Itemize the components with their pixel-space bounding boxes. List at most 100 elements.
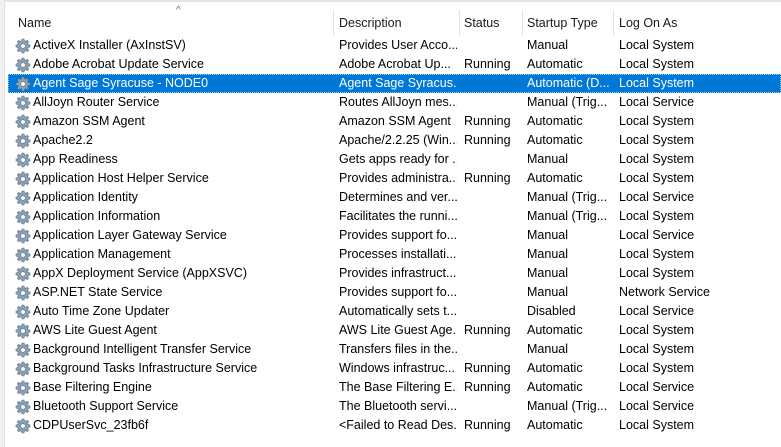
service-name: ASP.NET State Service [33, 285, 163, 299]
service-row[interactable]: AllJoyn Router Service Routes AllJoyn mes… [8, 93, 781, 112]
column-divider[interactable] [459, 10, 460, 36]
service-log-on-as: Local System [619, 133, 695, 147]
service-description: Provides User Acco... [339, 38, 457, 52]
column-header-name-label: Name [18, 16, 52, 30]
service-description: Apache/2.2.25 (Win... [339, 133, 457, 147]
service-startup-type: Automatic (D... [527, 76, 610, 90]
gear-service-icon [15, 171, 31, 187]
service-row[interactable]: Bluetooth Support Service The Bluetooth s… [8, 397, 781, 416]
service-status: Running [464, 323, 511, 337]
service-status [464, 397, 522, 416]
service-startup-type: Manual (Trig... [527, 209, 608, 223]
service-description: Facilitates the runni... [339, 209, 457, 223]
service-description: <Failed to Read Des... [339, 418, 457, 432]
service-status: Running [464, 114, 511, 128]
service-description: Provides support fo... [339, 228, 457, 242]
service-status [464, 340, 522, 359]
service-row[interactable]: Apache2.2 Apache/2.2.25 (Win... Running Aut… [8, 131, 781, 150]
service-description: Determines and ver... [339, 190, 457, 204]
column-header-status[interactable]: Status [462, 10, 524, 36]
service-startup-type: Automatic [527, 380, 583, 394]
service-log-on-as: Local Service [619, 304, 695, 318]
service-log-on-as: Local System [619, 323, 695, 337]
service-status: Running [464, 171, 511, 185]
service-name: AWS Lite Guest Agent [33, 323, 157, 337]
service-description: Provides support fo... [339, 285, 457, 299]
column-divider[interactable] [613, 10, 614, 36]
column-header-log-on-as[interactable]: Log On As [617, 10, 777, 36]
gear-service-icon [15, 342, 31, 358]
column-header-description[interactable]: Description [337, 10, 461, 36]
column-header-log-on-as-label: Log On As [619, 16, 678, 30]
gear-service-icon [15, 38, 31, 54]
service-description: The Base Filtering E... [339, 380, 457, 394]
service-row[interactable]: Auto Time Zone Updater Automatically sets… [8, 302, 781, 321]
service-log-on-as: Local Service [619, 190, 695, 204]
gear-service-icon [15, 190, 31, 206]
service-description: Agent Sage Syracus... [339, 76, 457, 90]
gear-service-icon [15, 247, 31, 263]
service-log-on-as: Local Service [619, 95, 695, 109]
service-name: App Readiness [33, 152, 118, 166]
service-name: Bluetooth Support Service [33, 399, 179, 413]
service-startup-type: Disabled [527, 304, 576, 318]
service-description: Provides administra... [339, 171, 457, 185]
service-row[interactable]: Application Management Processes installa… [8, 245, 781, 264]
services-list: ActiveX Installer (AxInstSV) Provides Use… [8, 36, 781, 435]
column-header-startup-type[interactable]: Startup Type [525, 10, 615, 36]
column-header-name[interactable]: Name ^ [16, 6, 336, 36]
service-description: Processes installati... [339, 247, 457, 261]
service-row[interactable]: Background Intelligent Transfer Service T… [8, 340, 781, 359]
service-name: Application Layer Gateway Service [33, 228, 227, 242]
service-startup-type: Automatic [527, 57, 583, 71]
column-divider[interactable] [522, 10, 523, 36]
service-row[interactable]: Adobe Acrobat Update Service Adobe Acroba… [8, 55, 781, 74]
service-row[interactable]: AppX Deployment Service (AppXSVC) Provide… [8, 264, 781, 283]
service-startup-type: Automatic [527, 171, 583, 185]
service-row[interactable]: Amazon SSM Agent Amazon SSM Agent Running A… [8, 112, 781, 131]
service-name: Amazon SSM Agent [33, 114, 145, 128]
service-row[interactable]: Background Tasks Infrastructure Service W… [8, 359, 781, 378]
column-header-bar: Name ^ Description Status Startup Type L… [8, 6, 781, 36]
service-status [464, 245, 522, 264]
service-row[interactable]: AWS Lite Guest Agent AWS Lite Guest Age..… [8, 321, 781, 340]
service-status [464, 283, 522, 302]
service-row[interactable]: Application Identity Determines and ver..… [8, 188, 781, 207]
gear-service-icon [15, 228, 31, 244]
service-row[interactable]: Application Host Helper Service Provides … [8, 169, 781, 188]
service-row[interactable]: CDPUserSvc_23fb6f <Failed to Read Des... R… [8, 416, 781, 435]
gear-service-icon [15, 285, 31, 301]
service-name: Apache2.2 [33, 133, 93, 147]
service-startup-type: Automatic [527, 133, 583, 147]
service-row[interactable]: App Readiness Gets apps ready for ... Manu… [8, 150, 781, 169]
gear-service-icon [15, 399, 31, 415]
service-description: Windows infrastruc... [339, 361, 456, 375]
service-row[interactable]: ASP.NET State Service Provides support fo… [8, 283, 781, 302]
service-row[interactable]: ActiveX Installer (AxInstSV) Provides Use… [8, 36, 781, 55]
service-row[interactable]: Application Information Facilitates the r… [8, 207, 781, 226]
sort-ascending-icon: ^ [176, 5, 181, 16]
service-name: ActiveX Installer (AxInstSV) [33, 38, 186, 52]
service-row[interactable]: Agent Sage Syracuse - NODE0 Agent Sage Sy… [8, 74, 781, 93]
service-log-on-as: Local System [619, 209, 695, 223]
service-log-on-as: Local System [619, 57, 695, 71]
service-startup-type: Manual [527, 38, 568, 52]
column-divider[interactable] [333, 10, 334, 36]
service-description: Gets apps ready for ... [339, 152, 457, 166]
service-row[interactable]: Base Filtering Engine The Base Filtering … [8, 378, 781, 397]
service-name: Background Intelligent Transfer Service [33, 342, 252, 356]
service-log-on-as: Local System [619, 114, 695, 128]
service-startup-type: Manual [527, 152, 568, 166]
column-header-startup-type-label: Startup Type [527, 16, 598, 30]
service-status: Running [464, 133, 511, 147]
service-status: Running [464, 361, 511, 375]
gear-service-icon [15, 323, 31, 339]
service-name: Application Host Helper Service [33, 171, 209, 185]
service-status [464, 264, 522, 283]
service-startup-type: Automatic [527, 114, 583, 128]
service-row[interactable]: Application Layer Gateway Service Provide… [8, 226, 781, 245]
service-log-on-as: Local Service [619, 399, 695, 413]
service-description: AWS Lite Guest Age... [339, 323, 457, 337]
service-status [464, 188, 522, 207]
service-startup-type: Automatic [527, 418, 583, 432]
